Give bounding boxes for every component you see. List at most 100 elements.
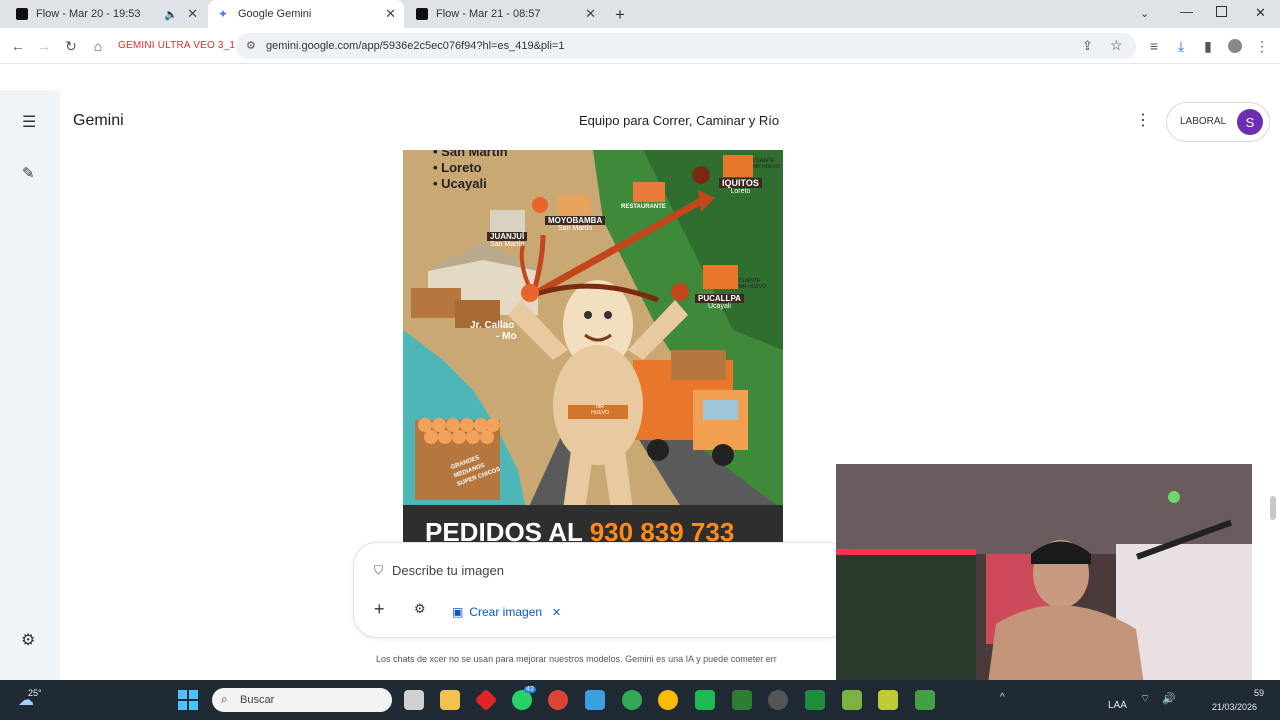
close-tab-icon[interactable]: ✕ xyxy=(585,6,596,22)
gemini-favicon-icon: ✦ xyxy=(218,7,229,21)
city-name: PUCALLPA xyxy=(695,294,744,303)
menu-icon[interactable]: ☰ xyxy=(22,112,36,132)
bookmark-gemini-ultra[interactable]: GEMINI ULTRA VEO 3_1 xyxy=(118,40,235,51)
poster-region: • Ucayali xyxy=(433,176,487,191)
city-name: JUANJUÍ xyxy=(487,232,528,241)
maximize-icon[interactable] xyxy=(1216,6,1227,17)
webcam-feed xyxy=(836,464,1252,698)
whatsapp-icon[interactable] xyxy=(512,690,532,710)
bookmark-star-icon[interactable]: ☆ xyxy=(1110,37,1123,54)
weather-temperature: 25° xyxy=(28,688,42,698)
region-name: San Martín xyxy=(441,150,508,159)
taskbar-search[interactable]: ⌕ Buscar xyxy=(212,688,392,712)
city-region: Loreto xyxy=(730,188,751,195)
site-info-icon[interactable]: ⚙ xyxy=(246,39,256,52)
prompt-input[interactable]: Describe tu imagen xyxy=(392,563,504,578)
prompt-box[interactable]: ⛉ Describe tu imagen + ⚙ ▣ Crear imagen … xyxy=(353,542,853,638)
app-blue-icon[interactable] xyxy=(585,690,605,710)
app-red-icon[interactable] xyxy=(474,688,498,712)
share-icon[interactable]: ⇪ xyxy=(1082,38,1093,54)
browser-toolbar: ← → ↻ ⌂ GEMINI ULTRA VEO 3_1 ⚙ gemini.go… xyxy=(0,28,1280,64)
origin-label: Jr. Callao - Mo xyxy=(470,320,517,342)
page-scrollbar[interactable] xyxy=(1270,496,1276,520)
back-icon[interactable]: ← xyxy=(8,36,28,56)
tray-arrow-icon[interactable]: ^ xyxy=(1000,692,1005,703)
city-label-iquitos: IQUITOS Loreto xyxy=(719,178,762,195)
tab-flow-mar-20[interactable]: Flow - Mar 20 - 19:53 🔈 ✕ xyxy=(10,0,206,28)
settings-icon[interactable]: ⚙ xyxy=(21,630,35,650)
disclaimer-text: Los chats de xcer no se usan para mejora… xyxy=(376,654,777,664)
volume-icon[interactable]: 🔊 xyxy=(1162,692,1176,705)
close-tab-icon[interactable]: ✕ xyxy=(385,6,396,22)
profile-icon[interactable] xyxy=(1225,36,1245,56)
side-panel-icon[interactable]: ▮ xyxy=(1198,36,1218,56)
tab-title: Flow - Mar 21 - 08:57 xyxy=(436,8,541,20)
media-control-icon[interactable]: ≡ xyxy=(1144,36,1164,56)
minimize-icon[interactable]: — xyxy=(1180,4,1193,19)
generated-image[interactable]: • San Martín • Loreto • Ucayali IQUITOS … xyxy=(403,150,783,542)
new-chat-icon[interactable]: ✎ xyxy=(22,164,35,182)
start-icon[interactable] xyxy=(178,690,198,710)
reload-icon[interactable]: ↻ xyxy=(61,36,81,56)
app-video-icon[interactable] xyxy=(732,690,752,710)
remove-chip-icon[interactable]: ✕ xyxy=(552,606,561,619)
webcam-overlay xyxy=(836,464,1252,698)
poster-footer: PEDIDOS AL 930 839 733 xyxy=(403,505,783,542)
city-label-pucallpa: PUCALLPA Ucayali xyxy=(695,294,744,310)
chrome-profile-icon[interactable] xyxy=(622,690,642,710)
app-title: Gemini xyxy=(73,112,124,129)
create-image-chip[interactable]: ▣ Crear imagen ✕ xyxy=(452,605,561,619)
side-rail: ☰ ✎ ⚙ xyxy=(0,90,60,680)
keyboard-language[interactable]: LAA xyxy=(1108,700,1127,711)
address-bar[interactable]: ⚙ gemini.google.com/app/5936e2c5ec076f94… xyxy=(236,33,1136,59)
search-placeholder: Buscar xyxy=(240,694,275,706)
poster-region: • San Martín xyxy=(433,150,508,160)
chrome-profile-icon[interactable] xyxy=(658,690,678,710)
origin-street: Jr. Callao xyxy=(470,320,515,331)
close-window-icon[interactable]: ✕ xyxy=(1255,5,1266,21)
more-options-icon[interactable]: ⋮ xyxy=(1135,110,1151,130)
account-switcher[interactable]: LABORAL S xyxy=(1166,102,1270,142)
task-view-icon[interactable] xyxy=(404,690,424,710)
clock-time[interactable]: 59 xyxy=(1254,688,1264,698)
app-extra-icon[interactable] xyxy=(915,690,935,710)
clock-date[interactable]: 21/03/2026 xyxy=(1212,702,1257,712)
tab-flow-mar-21[interactable]: Flow - Mar 21 - 08:57 ✕ xyxy=(408,0,604,28)
tab-title: Google Gemini xyxy=(238,8,312,20)
city-name: MOYOBAMBA xyxy=(545,216,606,225)
home-icon[interactable]: ⌂ xyxy=(88,36,108,56)
browser-menu-icon[interactable]: ⋮ xyxy=(1252,36,1272,56)
file-explorer-icon[interactable] xyxy=(440,690,460,710)
downloads-icon[interactable]: ⤓ xyxy=(1171,36,1191,56)
notification-badge: 43 xyxy=(524,686,536,693)
url-text: gemini.google.com/app/5936e2c5ec076f94?h… xyxy=(266,40,565,52)
conversation-title[interactable]: Equipo para Correr, Caminar y Río xyxy=(579,113,779,128)
tools-icon[interactable]: ⚙ xyxy=(414,601,426,617)
account-label: LABORAL xyxy=(1180,116,1227,127)
close-tab-icon[interactable]: ✕ xyxy=(187,6,198,22)
chrome-icon[interactable] xyxy=(548,690,568,710)
tab-search-icon[interactable]: ⌄ xyxy=(1140,7,1149,20)
client-label: CLIENTE MR HUEVO xyxy=(753,158,780,170)
origin-suffix: - Mo xyxy=(496,331,517,342)
client-label: CLIENTE MR HUEVO xyxy=(739,278,766,290)
network-icon[interactable]: ⌔ xyxy=(1140,692,1150,706)
app-chat-icon[interactable] xyxy=(878,690,898,710)
tab-google-gemini[interactable]: ✦ Google Gemini ✕ xyxy=(208,0,404,28)
app-gemini-icon[interactable] xyxy=(805,690,825,710)
browser-tab-strip: Flow - Mar 20 - 19:53 🔈 ✕ ✦ Google Gemin… xyxy=(0,0,1280,28)
windows-taskbar: ☁ 25° ⌕ Buscar 43 ^ ⌔ 🔊 LAA 59 21/03/202… xyxy=(0,680,1280,720)
avatar: S xyxy=(1237,109,1263,135)
add-icon[interactable]: + xyxy=(374,599,385,620)
new-tab-icon[interactable]: + xyxy=(615,5,625,25)
speaker-icon[interactable]: 🔈 xyxy=(164,8,178,21)
city-label-juanjui: JUANJUÍ San Martín xyxy=(487,232,528,248)
city-name: IQUITOS xyxy=(719,178,762,188)
city-region: San Martín xyxy=(489,241,525,248)
flow-favicon-icon xyxy=(16,8,28,20)
app-green-icon[interactable] xyxy=(695,690,715,710)
app-settings-icon[interactable] xyxy=(768,690,788,710)
app-music-icon[interactable] xyxy=(842,690,862,710)
forward-icon[interactable]: → xyxy=(34,36,54,56)
footer-text: PEDIDOS AL xyxy=(425,517,583,542)
